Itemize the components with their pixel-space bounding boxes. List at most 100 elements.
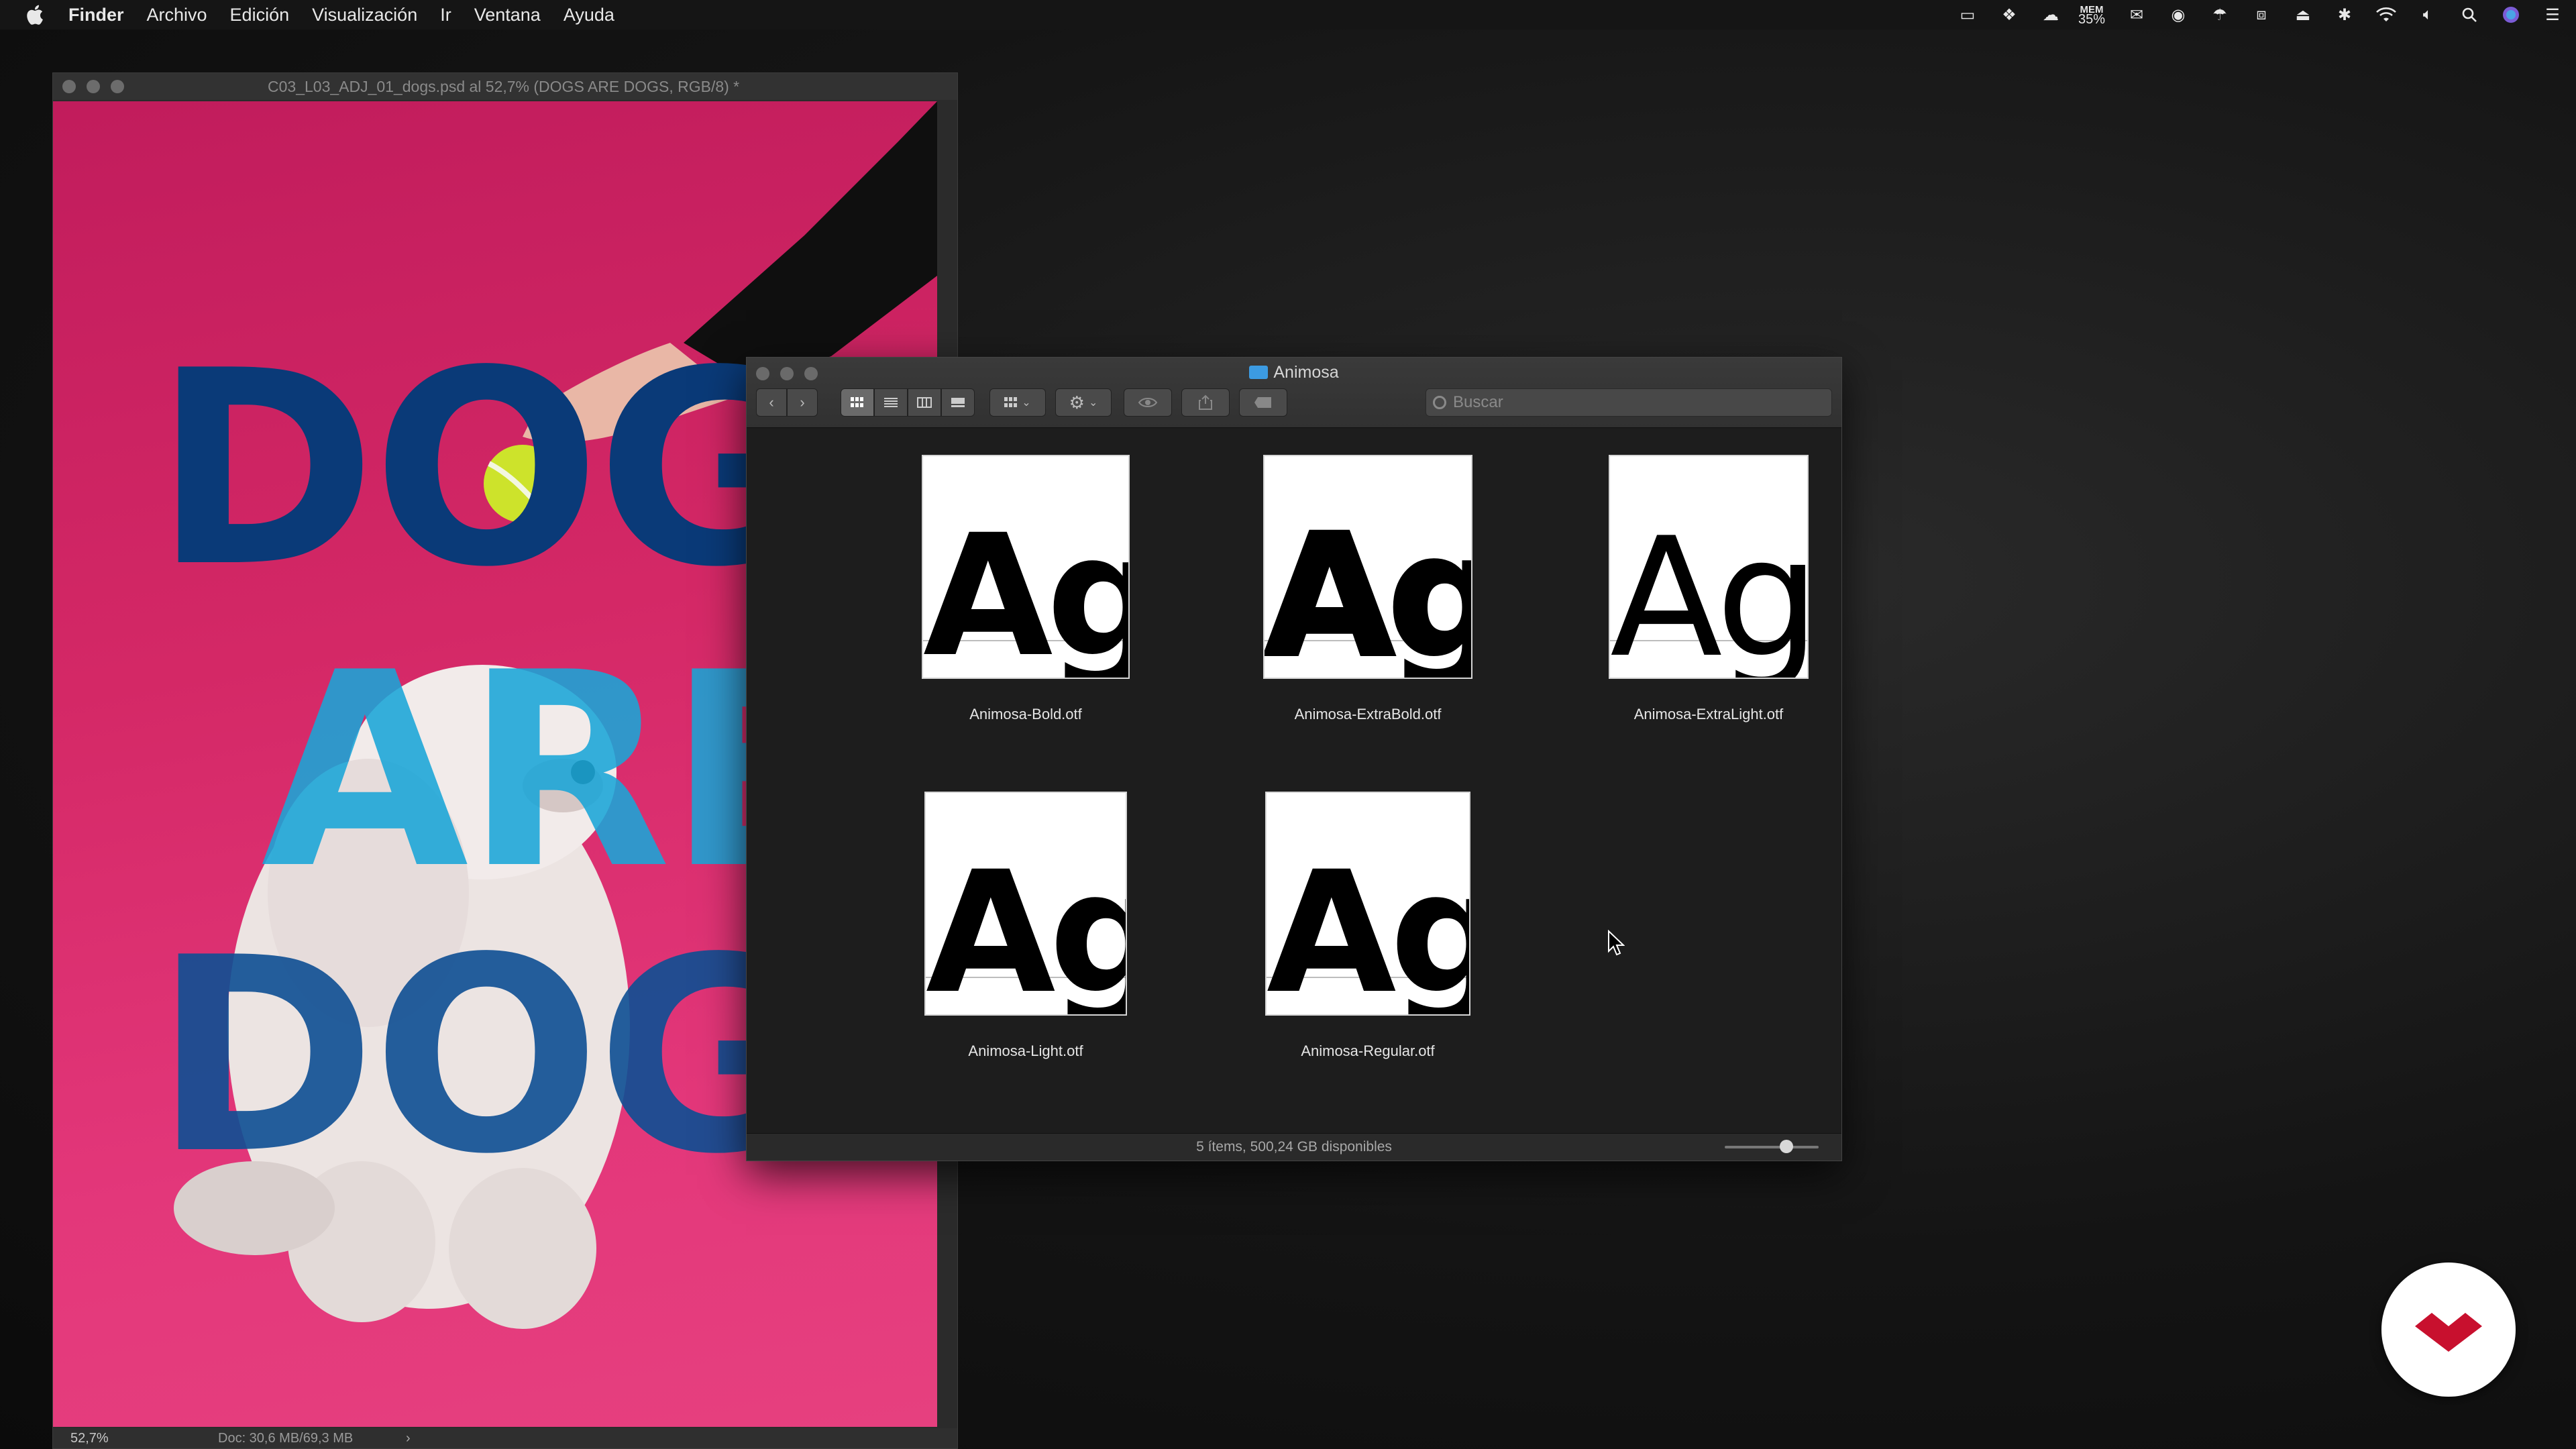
menu-ventana[interactable]: Ventana [474, 5, 541, 25]
share-control [1181, 388, 1230, 417]
menu-ayuda[interactable]: Ayuda [564, 5, 614, 25]
finder-window: Animosa ‹ › ⌄ ⚙ ⌄ Buscar A Animosa-Bold.… [746, 357, 1842, 1161]
cloud-icon[interactable]: ☁ [2041, 5, 2061, 25]
psd-window-controls [62, 80, 135, 93]
quicklook-control [1124, 388, 1172, 417]
menu-extras: ▭ ❖ ☁ MEM 35% ✉ ◉ ☂ ⧈ ⏏ ✱ 🔈︎ ☰ [1936, 0, 2563, 30]
share-button[interactable] [1181, 388, 1230, 417]
apple-menu-icon[interactable] [23, 2, 48, 28]
minimize-button[interactable] [87, 80, 100, 93]
malwarebytes-icon[interactable]: ◉ [2168, 5, 2188, 25]
file-name: Animosa-Light.otf [968, 1042, 1083, 1059]
search-placeholder: Buscar [1453, 393, 1503, 411]
menu-app-finder[interactable]: Finder [68, 5, 124, 25]
chevron-down-icon: ⌄ [1088, 397, 1098, 409]
font-preview-thumbnail: Ag [924, 792, 1127, 1016]
menu-archivo[interactable]: Archivo [147, 5, 207, 25]
zoom-button[interactable] [111, 80, 124, 93]
menu-bar: Finder Archivo Edición Visualización Ir … [0, 0, 2576, 30]
tags-control [1239, 388, 1287, 417]
file-item[interactable]: Ag Animosa-Light.otf [905, 792, 1146, 1060]
file-name: Animosa-ExtraBold.otf [1294, 706, 1442, 722]
share-icon [1199, 394, 1212, 410]
font-preview-glyph: Ag [923, 498, 1128, 679]
folder-icon [1249, 366, 1269, 379]
psd-doc-size: Doc: 30,6 MB/69,3 MB [218, 1430, 354, 1446]
group-control: ⌄ [989, 388, 1046, 417]
icon-view-button[interactable] [841, 388, 874, 417]
psd-status-bar: 52,7% Doc: 30,6 MB/69,3 MB › [53, 1428, 957, 1448]
file-item[interactable]: Ag Animosa-Bold.otf [905, 455, 1146, 723]
finder-status-bar: 5 ítems, 500,24 GB disponibles [747, 1133, 1841, 1161]
group-by-button[interactable]: ⌄ [989, 388, 1046, 417]
dropbox-icon[interactable]: ❖ [1999, 5, 2019, 25]
tag-icon [1254, 397, 1271, 408]
finder-title: Animosa [747, 363, 1841, 382]
back-button[interactable]: ‹ [756, 388, 787, 417]
airplay-icon[interactable]: ⏏ [2293, 5, 2313, 25]
action-control: ⚙ ⌄ [1055, 388, 1112, 417]
font-preview-glyph: Ag [926, 835, 1126, 1016]
font-preview-thumbnail: Ag [1265, 792, 1470, 1016]
search-field[interactable]: Buscar [1426, 388, 1832, 417]
notification-center-icon[interactable]: ☰ [2542, 5, 2563, 25]
gear-icon: ⚙ [1069, 392, 1085, 413]
font-preview-thumbnail: Ag [1609, 455, 1809, 679]
font-preview-thumbnail: Ag [1263, 455, 1472, 679]
list-view-button[interactable] [874, 388, 908, 417]
display-icon[interactable]: ▭ [1957, 5, 1978, 25]
menu-visualizacion[interactable]: Visualización [312, 5, 417, 25]
file-item[interactable]: Ag Animosa-Regular.otf [1247, 792, 1489, 1060]
spotlight-icon[interactable] [2459, 5, 2479, 25]
font-preview-thumbnail: Ag [922, 455, 1130, 679]
psd-title-bar[interactable]: C03_L03_ADJ_01_dogs.psd al 52,7% (DOGS A… [53, 73, 957, 100]
font-preview-glyph: Ag [1267, 835, 1469, 1016]
finder-icon-grid: Ag Animosa-Bold.otf Ag Animosa-ExtraBold… [747, 428, 1841, 1132]
finder-status-text: 5 ítems, 500,24 GB disponibles [1196, 1139, 1392, 1155]
file-name: Animosa-ExtraLight.otf [1633, 706, 1784, 722]
list-icon [884, 398, 898, 407]
menu-ir[interactable]: Ir [440, 5, 451, 25]
file-item[interactable]: Ag Animosa-ExtraLight.otf [1588, 455, 1829, 723]
font-preview-glyph: Ag [1265, 498, 1471, 679]
status-menu-arrow-icon[interactable]: › [406, 1431, 411, 1446]
edit-tags-button[interactable] [1239, 388, 1287, 417]
columns-icon [917, 397, 932, 408]
grid-icon [1004, 397, 1018, 407]
icon-size-slider[interactable] [1725, 1140, 1819, 1153]
quick-look-button[interactable] [1124, 388, 1172, 417]
siri-icon[interactable] [2501, 5, 2521, 25]
gallery-icon [951, 398, 965, 407]
file-item[interactable]: Ag Animosa-ExtraBold.otf [1247, 455, 1489, 723]
memory-monitor[interactable]: MEM 35% [2078, 5, 2105, 27]
menu-edicion[interactable]: Edición [230, 5, 290, 25]
forward-button[interactable]: › [787, 388, 818, 417]
chevron-left-icon: ‹ [769, 394, 774, 411]
column-view-button[interactable] [908, 388, 941, 417]
grid-icon [851, 397, 863, 407]
psd-document-title: C03_L03_ADJ_01_dogs.psd al 52,7% (DOGS A… [268, 77, 740, 95]
file-name: Animosa-Regular.otf [1301, 1042, 1435, 1059]
close-button[interactable] [62, 80, 76, 93]
psd-zoom-level[interactable]: 52,7% [70, 1431, 171, 1446]
chevron-right-icon: › [800, 394, 805, 411]
slider-knob[interactable] [1780, 1140, 1793, 1153]
wechat-icon[interactable]: ✉ [2127, 5, 2147, 25]
umbrella-icon[interactable]: ☂ [2210, 5, 2230, 25]
volume-icon[interactable]: 🔈︎ [2418, 5, 2438, 25]
screen-record-icon[interactable]: ⧈ [2251, 5, 2271, 25]
nav-buttons: ‹ › [756, 388, 818, 417]
chevron-down-icon: ⌄ [1022, 397, 1031, 409]
finder-title-text: Animosa [1273, 363, 1339, 382]
view-mode-control [841, 388, 975, 417]
finder-toolbar: Animosa ‹ › ⌄ ⚙ ⌄ Buscar [747, 358, 1841, 428]
action-menu-button[interactable]: ⚙ ⌄ [1055, 388, 1112, 417]
bluetooth-icon[interactable]: ✱ [2334, 5, 2355, 25]
logo-mark-icon [2415, 1313, 2482, 1352]
channel-logo [2381, 1263, 2516, 1397]
search-icon [1433, 396, 1446, 409]
wifi-icon[interactable] [2376, 5, 2396, 25]
gallery-view-button[interactable] [941, 388, 975, 417]
mouse-pointer-icon [1608, 930, 1625, 956]
memory-percent: 35% [2078, 12, 2105, 27]
